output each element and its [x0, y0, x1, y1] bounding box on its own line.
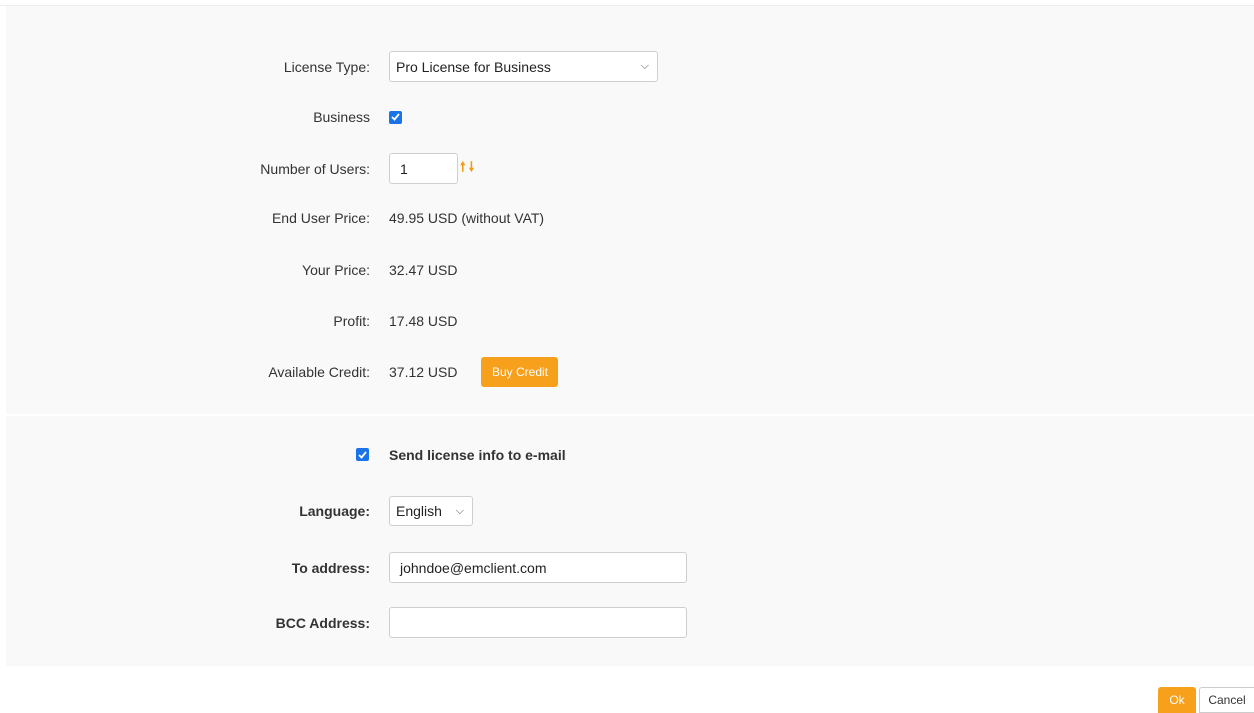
credit-value: 37.12 USD: [389, 364, 458, 380]
check-icon: [391, 113, 400, 121]
chevron-down-icon: ⌵: [640, 60, 649, 72]
to-address-row: To address: johndoe@emclient.com: [6, 552, 1254, 583]
your-price-value: 32.47 USD: [389, 262, 458, 278]
cancel-button[interactable]: Cancel: [1199, 687, 1254, 713]
business-row: Business: [6, 107, 1254, 127]
send-email-field: Send license info to e-mail: [389, 447, 566, 463]
license-type-row: License Type: Pro License for Business ⌵: [6, 51, 1254, 82]
license-type-value: Pro License for Business: [396, 58, 551, 75]
users-row: Number of Users: 1 🠕 🠗: [6, 153, 1254, 184]
end-price-row: End User Price: 49.95 USD (without VAT): [6, 208, 1254, 228]
users-input[interactable]: 1: [389, 153, 458, 184]
end-price-label: End User Price:: [271, 210, 370, 226]
chevron-down-icon: ⌵: [455, 504, 464, 517]
language-value: English: [396, 503, 442, 519]
license-panel: License Type: Pro License for Business ⌵…: [6, 6, 1254, 414]
send-email-label: Send license info to e-mail: [389, 447, 566, 463]
users-label: Number of Users:: [260, 160, 370, 177]
send-email-checkbox[interactable]: [356, 448, 369, 461]
your-price-label: Your Price:: [302, 262, 370, 278]
users-field: 1 🠕 🠗: [389, 153, 474, 184]
your-price-row: Your Price: 32.47 USD: [6, 260, 1254, 280]
language-field: English ⌵: [389, 496, 473, 526]
credit-row: Available Credit: 37.12 USD Buy Credit: [6, 357, 1254, 387]
buy-credit-button[interactable]: Buy Credit: [481, 357, 559, 387]
business-field: [389, 110, 402, 124]
business-checkbox[interactable]: [389, 110, 402, 124]
arrow-down-icon[interactable]: 🠗: [469, 158, 475, 180]
bcc-address-field: [389, 607, 687, 638]
language-label: Language:: [299, 503, 370, 519]
to-address-label: To address:: [291, 559, 370, 576]
profit-row: Profit: 17.48 USD: [6, 311, 1254, 331]
send-email-row: Send license info to e-mail: [6, 445, 1254, 465]
ok-button[interactable]: Ok: [1158, 687, 1196, 713]
language-select[interactable]: English ⌵: [389, 496, 473, 526]
your-price-field: 32.47 USD: [389, 262, 457, 278]
check-icon: [358, 450, 367, 459]
send-email-checkbox-wrap: [356, 448, 369, 461]
bcc-address-label: BCC Address:: [275, 614, 370, 631]
language-row: Language: English ⌵: [6, 496, 1254, 526]
end-price-value: 49.95 USD (without VAT): [389, 210, 545, 226]
credit-field: 37.12 USD Buy Credit: [389, 357, 559, 387]
profit-label: Profit:: [333, 313, 370, 329]
to-address-input[interactable]: johndoe@emclient.com: [389, 552, 687, 583]
license-type-label: License Type:: [283, 58, 370, 75]
email-panel: Send license info to e-mail Language: En…: [6, 416, 1254, 666]
arrow-up-icon[interactable]: 🠕: [460, 158, 466, 180]
bcc-address-row: BCC Address:: [6, 607, 1254, 638]
license-type-field: Pro License for Business ⌵: [389, 51, 658, 82]
profit-field: 17.48 USD: [389, 313, 457, 329]
profit-value: 17.48 USD: [389, 313, 458, 329]
license-type-select[interactable]: Pro License for Business ⌵: [389, 51, 658, 82]
business-label: Business: [313, 109, 370, 125]
end-price-field: 49.95 USD (without VAT): [389, 210, 544, 226]
bcc-address-input[interactable]: [389, 607, 687, 638]
credit-label: Available Credit:: [268, 364, 370, 380]
to-address-field: johndoe@emclient.com: [389, 552, 687, 583]
